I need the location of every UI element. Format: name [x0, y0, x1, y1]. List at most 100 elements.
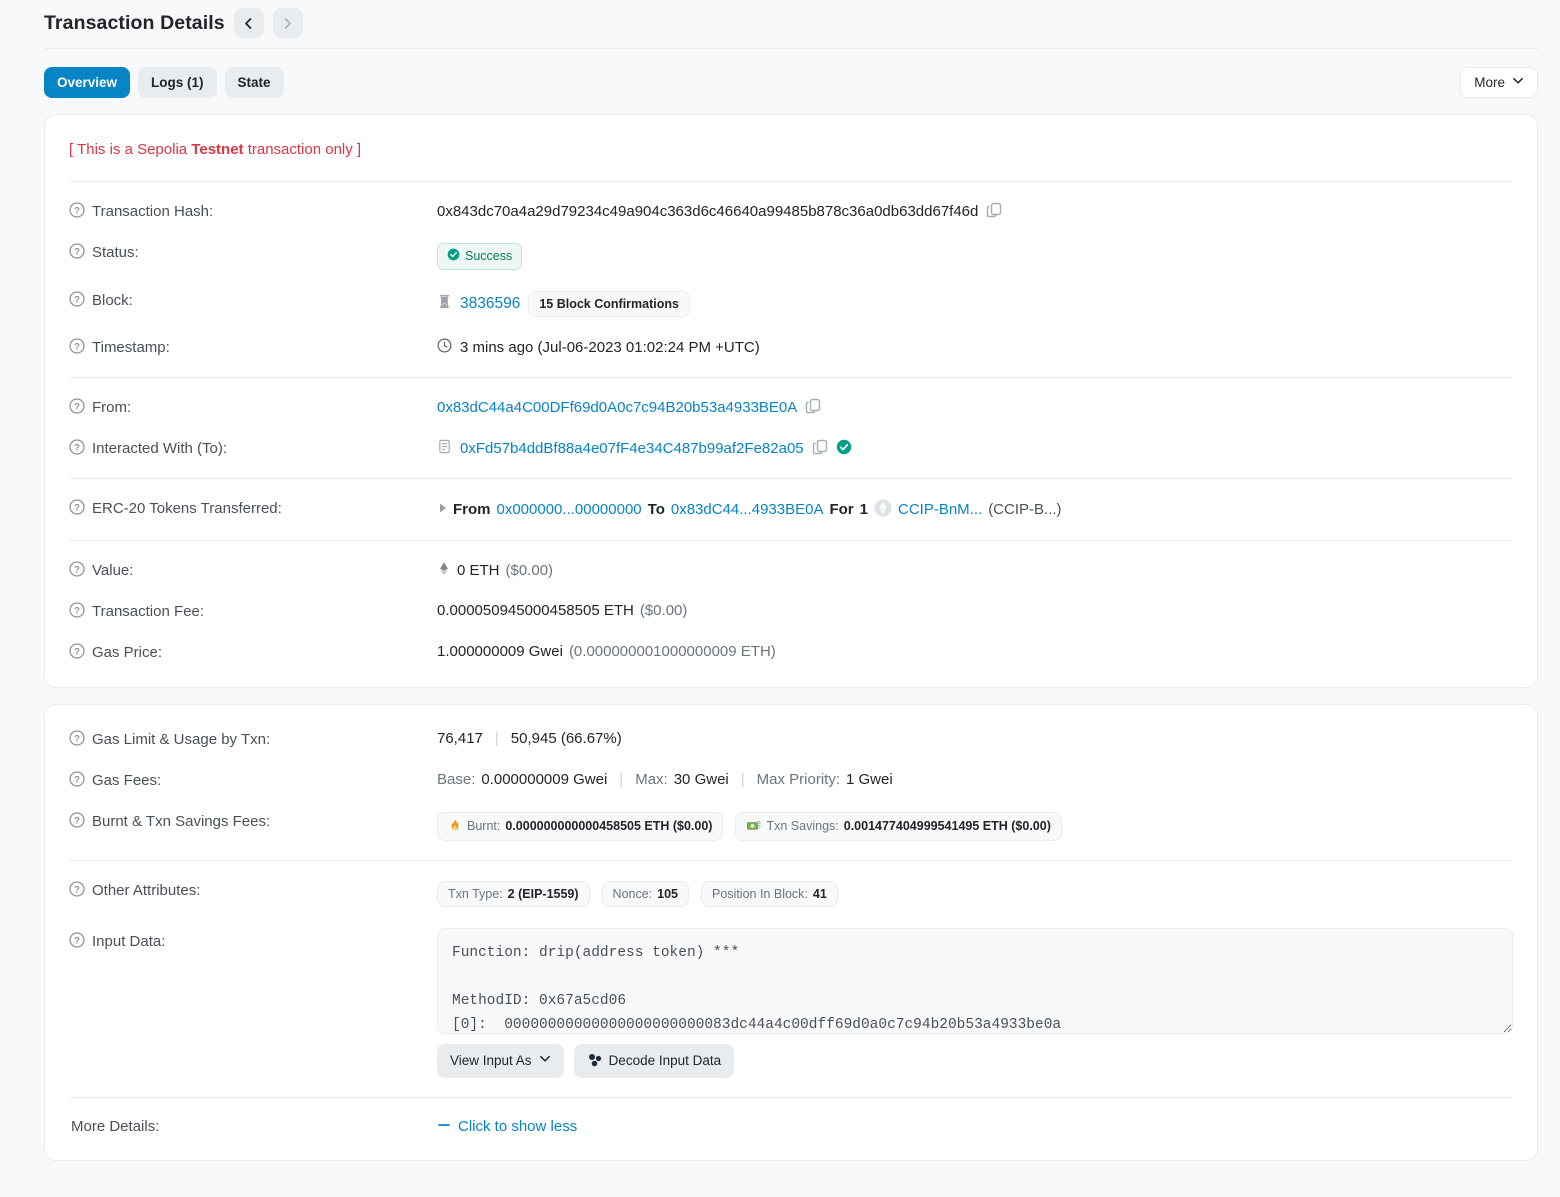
- txn-savings-badge: Txn Savings: 0.001477404999541495 ETH ($…: [735, 812, 1061, 841]
- gas-limit-value: 76,417: [437, 730, 483, 747]
- more-details-row: More Details: Click to show less: [69, 1107, 1513, 1146]
- block-number-link[interactable]: 3836596: [460, 295, 520, 313]
- copy-from-address-button[interactable]: [805, 398, 821, 417]
- chevron-left-icon: [242, 17, 255, 30]
- input-data-label: Input Data:: [92, 933, 165, 950]
- tab-logs[interactable]: Logs (1): [138, 67, 217, 98]
- txn-savings-value: 0.001477404999541495 ETH ($0.00): [844, 819, 1051, 833]
- gas-limit-usage-row: Gas Limit & Usage by Txn: 76,417 | 50,94…: [69, 719, 1513, 760]
- status-value: Success: [465, 249, 512, 263]
- clock-icon: [437, 338, 452, 357]
- view-input-as-button[interactable]: View Input As: [437, 1044, 564, 1078]
- copy-icon: [805, 398, 821, 417]
- decode-icon: [587, 1052, 602, 1070]
- gas-price-eth: (0.000000001000000009 ETH): [569, 643, 776, 660]
- nonce-value: 105: [657, 887, 678, 901]
- more-dropdown-button[interactable]: More: [1460, 67, 1538, 98]
- help-icon: [69, 643, 85, 663]
- timestamp-value: 3 mins ago (Jul-06-2023 01:02:24 PM +UTC…: [460, 339, 760, 356]
- hourglass-icon: [437, 294, 452, 313]
- divider: [69, 540, 1513, 541]
- help-icon: [69, 202, 85, 222]
- previous-transaction-button[interactable]: [234, 8, 264, 38]
- tab-overview[interactable]: Overview: [44, 67, 130, 98]
- overview-card: [ This is a Sepolia Testnet transaction …: [44, 114, 1538, 688]
- next-transaction-button[interactable]: [273, 8, 303, 38]
- token-name-link[interactable]: CCIP-BnM...: [898, 501, 982, 518]
- help-icon: [69, 439, 85, 459]
- block-confirmations-badge: 15 Block Confirmations: [528, 291, 690, 317]
- warning-suffix: transaction only ]: [244, 141, 362, 158]
- burnt-label: Burnt:: [467, 819, 500, 833]
- click-to-show-less-link[interactable]: Click to show less: [437, 1118, 577, 1136]
- contract-icon: [437, 439, 452, 458]
- value-row: Value: 0 ETH ($0.00): [69, 550, 1513, 591]
- help-icon: [69, 243, 85, 263]
- transaction-fee-label: Transaction Fee:: [92, 603, 204, 620]
- transfer-from-label: From: [453, 501, 491, 518]
- status-row: Status: Success: [69, 232, 1513, 280]
- block-label: Block:: [92, 292, 133, 309]
- page-header: Transaction Details: [44, 6, 1538, 48]
- value-label: Value:: [92, 562, 133, 579]
- help-icon: [69, 730, 85, 750]
- from-label: From:: [92, 399, 131, 416]
- max-priority-fee-value: 1 Gwei: [846, 771, 893, 788]
- max-fee-label: Max:: [635, 771, 668, 788]
- nonce-label: Nonce:: [613, 887, 653, 901]
- timestamp-label: Timestamp:: [92, 339, 170, 356]
- value-amount: 0 ETH: [457, 562, 500, 579]
- decode-input-data-button[interactable]: Decode Input Data: [574, 1044, 735, 1078]
- separator: |: [741, 771, 745, 788]
- chevron-down-icon: [539, 1053, 551, 1068]
- decode-input-data-label: Decode Input Data: [609, 1053, 722, 1068]
- tab-bar: Overview Logs (1) State More: [44, 67, 1538, 98]
- transfer-for-label: For: [829, 501, 853, 518]
- gas-usage-value: 50,945 (66.67%): [511, 730, 622, 747]
- tab-state[interactable]: State: [225, 67, 284, 98]
- copy-interacted-address-button[interactable]: [812, 439, 828, 458]
- erc20-transfers-label: ERC-20 Tokens Transferred:: [92, 500, 282, 517]
- status-label: Status:: [92, 244, 139, 261]
- burnt-savings-label: Burnt & Txn Savings Fees:: [92, 813, 270, 830]
- ethereum-icon: [437, 561, 451, 580]
- copy-icon: [986, 202, 1002, 221]
- help-icon: [69, 932, 85, 952]
- testnet-warning: [ This is a Sepolia Testnet transaction …: [69, 129, 1513, 172]
- show-less-label: Click to show less: [458, 1118, 577, 1135]
- money-wings-icon: [746, 818, 761, 835]
- caret-right-icon: [437, 501, 447, 518]
- details-card: Gas Limit & Usage by Txn: 76,417 | 50,94…: [44, 704, 1538, 1161]
- minus-icon: [437, 1118, 451, 1136]
- flame-icon: [448, 818, 462, 835]
- warning-prefix: [ This is a Sepolia: [69, 141, 191, 158]
- help-icon: [69, 291, 85, 311]
- transaction-details-page: Transaction Details Overview Logs (1) St…: [0, 0, 1560, 1197]
- chevron-down-icon: [1512, 75, 1524, 90]
- interacted-with-label: Interacted With (To):: [92, 440, 227, 457]
- transfer-from-address-link[interactable]: 0x000000...00000000: [497, 501, 642, 518]
- from-row: From: 0x83dC44a4C00DFf69d0A0c7c94B20b53a…: [69, 387, 1513, 428]
- status-badge: Success: [437, 243, 522, 270]
- token-icon: [874, 499, 892, 521]
- from-address-link[interactable]: 0x83dC44a4C00DFf69d0A0c7c94B20b53a4933BE…: [437, 399, 797, 416]
- gas-limit-usage-label: Gas Limit & Usage by Txn:: [92, 731, 270, 748]
- gas-price-label: Gas Price:: [92, 644, 162, 661]
- interacted-with-address-link[interactable]: 0xFd57b4ddBf88a4e07fF4e34C487b99af2Fe82a…: [460, 440, 804, 457]
- input-data-textarea[interactable]: Function: drip(address token) *** Method…: [437, 928, 1513, 1034]
- view-input-as-label: View Input As: [450, 1053, 532, 1068]
- input-data-row: Input Data: Function: drip(address token…: [69, 917, 1513, 1088]
- separator: |: [619, 771, 623, 788]
- gas-price-row: Gas Price: 1.000000009 Gwei (0.000000001…: [69, 632, 1513, 673]
- value-usd: ($0.00): [506, 562, 554, 579]
- timestamp-row: Timestamp: 3 mins ago (Jul-06-2023 01:02…: [69, 327, 1513, 368]
- transaction-fee-usd: ($0.00): [640, 602, 688, 619]
- help-icon: [69, 812, 85, 832]
- copy-transaction-hash-button[interactable]: [986, 202, 1002, 221]
- txn-type-badge: Txn Type: 2 (EIP-1559): [437, 881, 590, 907]
- help-icon: [69, 499, 85, 519]
- transfer-to-address-link[interactable]: 0x83dC44...4933BE0A: [671, 501, 824, 518]
- erc20-transfers-row: ERC-20 Tokens Transferred: From 0x000000…: [69, 488, 1513, 531]
- more-details-label: More Details:: [71, 1118, 159, 1135]
- divider: [69, 478, 1513, 479]
